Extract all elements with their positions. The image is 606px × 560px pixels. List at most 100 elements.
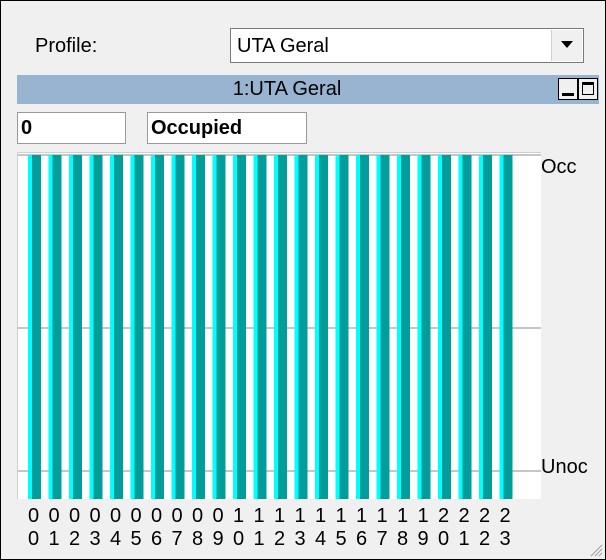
x-tick-label-tens: 1: [314, 505, 327, 527]
x-tick-label-ones: 5: [130, 528, 142, 550]
maximize-icon: [582, 82, 594, 95]
bar-highlight: [479, 155, 483, 499]
bar-highlight: [376, 155, 381, 499]
x-tick-label-tens: 0: [48, 505, 60, 527]
minimize-button[interactable]: [558, 78, 578, 100]
chevron-down-icon: [561, 41, 573, 48]
y-label-top: Occ: [541, 156, 577, 178]
bar-highlight: [151, 155, 155, 499]
bar-highlight: [130, 155, 135, 499]
x-tick-label-ones: 3: [89, 528, 101, 550]
x-tick-label-ones: 4: [314, 528, 327, 550]
x-tick-label-ones: 5: [335, 528, 347, 550]
x-tick-label-ones: 3: [499, 528, 511, 550]
bar-hour-02: [69, 155, 82, 499]
dropdown-arrow-button[interactable]: [551, 30, 582, 61]
x-tick-label-tens: 0: [150, 505, 163, 527]
bar-hour-16: [356, 155, 369, 499]
x-tick-label-ones: 7: [376, 528, 388, 550]
x-tick-label-ones: 2: [68, 528, 81, 550]
bar-hour-11: [253, 155, 267, 499]
profile-dropdown[interactable]: UTA Geral: [230, 28, 584, 63]
bar-hour-12: [274, 155, 287, 499]
bar-highlight: [356, 155, 360, 499]
bar-hour-07: [171, 155, 185, 499]
bar-hour-03: [89, 155, 103, 499]
value-state-box: Occupied: [147, 112, 307, 144]
occupancy-chart: [18, 154, 541, 499]
bar-highlight: [499, 155, 504, 499]
x-tick-label-ones: 7: [171, 528, 183, 550]
bar-highlight: [458, 155, 463, 499]
x-tick-label-tens: 0: [27, 505, 40, 527]
resize-grip-icon[interactable]: [589, 543, 603, 557]
bar-highlight: [28, 155, 32, 499]
x-tick-label-ones: 0: [27, 528, 40, 550]
x-tick-label-ones: 9: [417, 528, 429, 550]
bar-hour-08: [192, 155, 205, 499]
panel-title: 1:UTA Geral: [232, 78, 342, 100]
bar-hour-15: [335, 155, 349, 499]
bar-highlight: [89, 155, 94, 499]
bar-hour-20: [438, 155, 451, 499]
x-tick-label-ones: 4: [109, 528, 122, 550]
x-tick-label-tens: 1: [376, 505, 388, 527]
x-tick-label-tens: 0: [212, 505, 224, 527]
bar-hour-18: [397, 155, 410, 499]
x-tick-label-tens: 2: [458, 505, 470, 527]
x-tick-label-tens: 0: [68, 505, 81, 527]
profile-window: Profile: UTA Geral 1:UTA Geral 0 Occupie…: [0, 0, 606, 560]
bar-highlight: [48, 155, 53, 499]
x-tick-label-ones: 9: [212, 528, 224, 550]
bar-hour-01: [48, 155, 62, 499]
bar-hour-19: [417, 155, 431, 499]
x-tick-label-tens: 2: [478, 505, 491, 527]
bar-highlight: [438, 155, 442, 499]
x-tick-label-tens: 2: [437, 505, 450, 527]
x-tick-label-ones: 6: [150, 528, 163, 550]
bar-hour-22: [479, 155, 492, 499]
chart-area: [17, 152, 541, 499]
bar-highlight: [335, 155, 340, 499]
x-tick-label-ones: 2: [478, 528, 491, 550]
x-tick-label-tens: 1: [355, 505, 368, 527]
x-tick-label-tens: 1: [417, 505, 429, 527]
x-tick-label-ones: 8: [191, 528, 204, 550]
panel-titlebar[interactable]: 1:UTA Geral: [17, 75, 599, 104]
bar-hour-00: [28, 155, 41, 499]
x-tick-label-ones: 6: [355, 528, 368, 550]
bar-hour-05: [130, 155, 144, 499]
x-tick-label-tens: 0: [171, 505, 183, 527]
x-tick-label-tens: 1: [396, 505, 409, 527]
y-label-bottom: Unoc: [541, 456, 588, 478]
x-tick-label-ones: 1: [253, 528, 265, 550]
x-tick-label-tens: 1: [232, 505, 245, 527]
bar-highlight: [417, 155, 422, 499]
profile-selected-value: UTA Geral: [237, 35, 329, 57]
bar-hour-09: [212, 155, 226, 499]
bar-hour-04: [110, 155, 123, 499]
bar-hour-23: [499, 155, 513, 499]
x-tick-label-ones: 0: [437, 528, 450, 550]
x-tick-label-ones: 2: [273, 528, 286, 550]
bar-hour-17: [376, 155, 390, 499]
x-tick-label-tens: 2: [499, 505, 511, 527]
x-tick-label-tens: 1: [335, 505, 347, 527]
x-tick-label-ones: 1: [48, 528, 60, 550]
x-tick-label-tens: 1: [273, 505, 286, 527]
bar-highlight: [315, 155, 319, 499]
bar-hour-06: [151, 155, 164, 499]
bar-highlight: [110, 155, 114, 499]
bar-highlight: [171, 155, 176, 499]
bar-highlight: [253, 155, 258, 499]
x-tick-label-tens: 0: [191, 505, 204, 527]
bar-highlight: [69, 155, 73, 499]
x-tick-label-ones: 3: [294, 528, 306, 550]
maximize-button[interactable]: [578, 78, 598, 100]
profile-label: Profile:: [35, 35, 98, 57]
x-tick-label-ones: 1: [458, 528, 470, 550]
bar-highlight: [212, 155, 217, 499]
x-tick-label-tens: 0: [109, 505, 122, 527]
bar-hour-14: [315, 155, 328, 499]
x-tick-label-tens: 1: [253, 505, 265, 527]
